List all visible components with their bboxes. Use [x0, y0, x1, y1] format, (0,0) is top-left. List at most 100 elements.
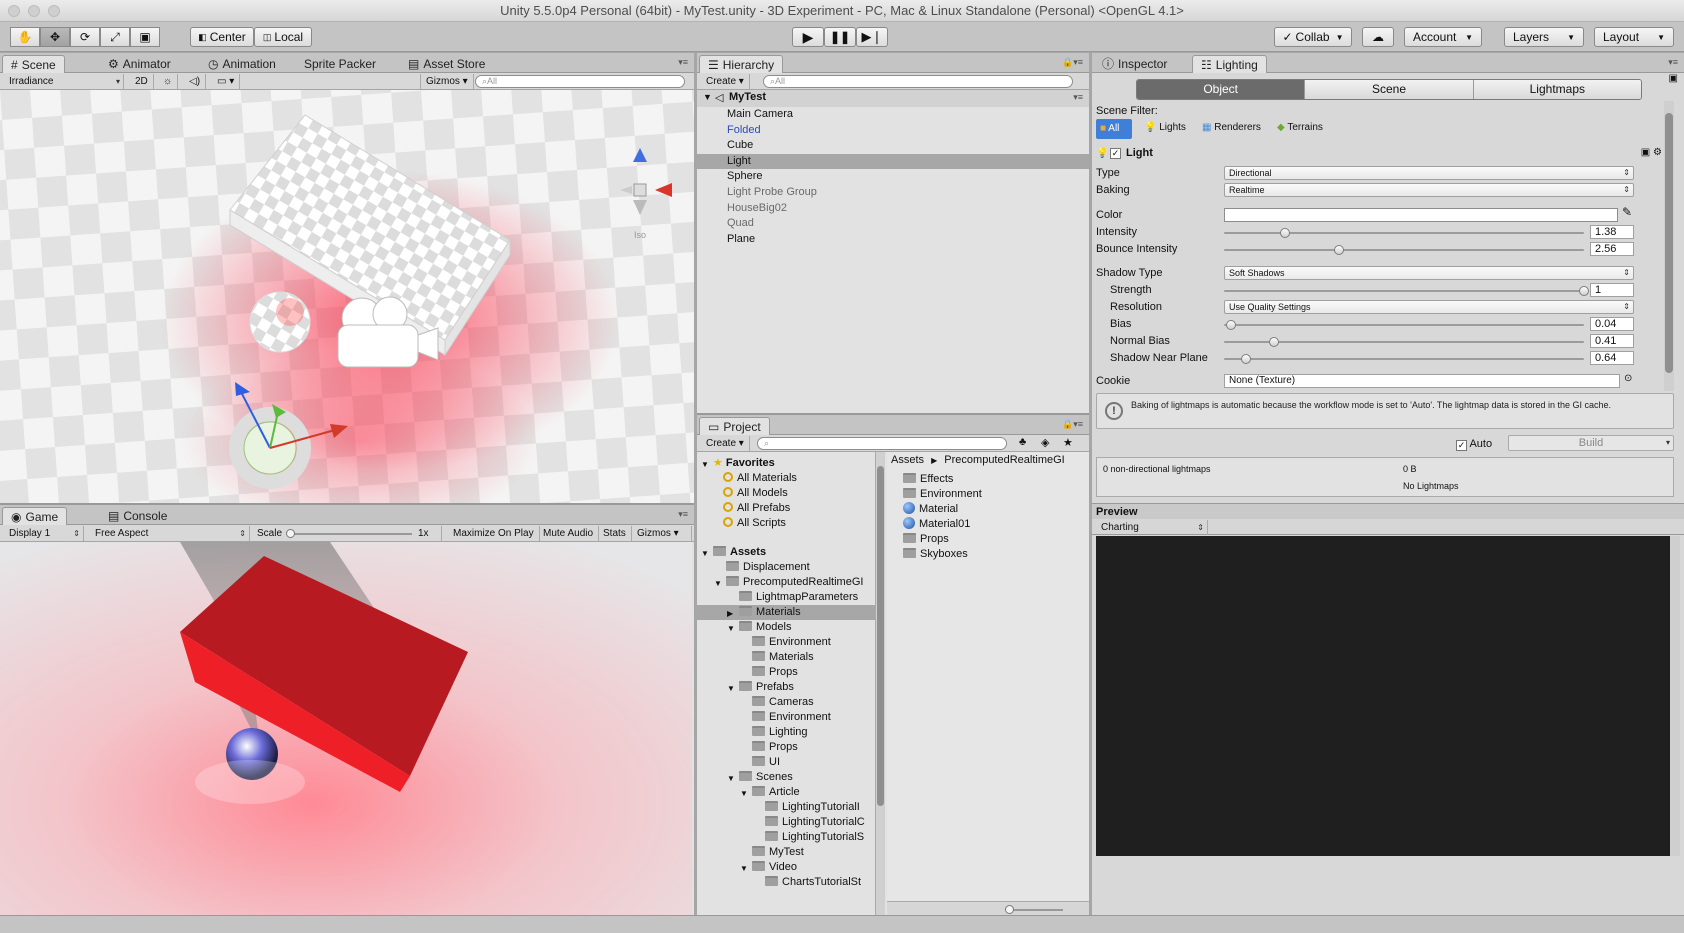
panel-menu-icon[interactable]: ▾≡	[678, 509, 688, 520]
eyedropper-icon[interactable]: ✎	[1622, 205, 1632, 219]
panel-menu-icon[interactable]: ▾≡	[1668, 57, 1678, 68]
hierarchy-item[interactable]: Light Probe Group	[697, 185, 1089, 200]
game-gizmos-dropdown[interactable]: Gizmos ▾	[632, 526, 692, 541]
project-folder[interactable]: ▼ PrecomputedRealtimeGI	[697, 575, 875, 590]
lighting-toggle[interactable]: ☼	[158, 74, 179, 89]
hierarchy-search-input[interactable]: ⌕All	[763, 75, 1073, 88]
scale-slider[interactable]: Scale 1x	[252, 526, 442, 541]
type-dropdown[interactable]: Directional ⇕	[1224, 166, 1634, 180]
rect-tool-button[interactable]: ▣	[130, 27, 160, 47]
effects-toggle[interactable]: ▭ ▾	[212, 74, 241, 89]
project-folder[interactable]: Props	[697, 740, 875, 755]
layers-dropdown[interactable]: Layers ▼	[1504, 27, 1584, 47]
assets-root[interactable]: ▼ Assets	[697, 545, 875, 560]
project-search-input[interactable]: ⌕	[757, 437, 1007, 450]
asset-item[interactable]: Effects	[903, 472, 953, 487]
strength-knob[interactable]	[1579, 286, 1589, 296]
resolution-dropdown[interactable]: Use Quality Settings ⇕	[1224, 300, 1634, 314]
scene-root-row[interactable]: ▼ ◁ MyTest ▾≡	[697, 90, 1089, 107]
tab-console[interactable]: ▤ Console	[100, 507, 175, 525]
draw-mode-dropdown[interactable]: Irradiance ▾	[4, 74, 124, 89]
collab-dropdown[interactable]: ✓ Collab ▼	[1274, 27, 1352, 47]
normal-bias-input[interactable]: 0.41	[1590, 334, 1634, 348]
project-folder[interactable]: UI	[697, 755, 875, 770]
expand-arrow-icon[interactable]: ▼	[727, 771, 736, 783]
cloud-button[interactable]: ☁	[1362, 27, 1394, 47]
bounce-intensity-input[interactable]: 2.56	[1590, 242, 1634, 256]
color-swatch[interactable]	[1224, 208, 1618, 222]
expand-arrow-icon[interactable]: ▼	[701, 457, 710, 469]
pause-button[interactable]: ❚❚	[824, 27, 856, 47]
baking-dropdown[interactable]: Realtime ⇕	[1224, 183, 1634, 197]
icon-size-slider[interactable]	[1009, 909, 1063, 911]
tab-animator[interactable]: ⚙ Animator	[100, 55, 179, 73]
filter-all-button[interactable]: ■ All	[1096, 119, 1132, 139]
zoom-window-button[interactable]	[48, 5, 60, 17]
project-folder[interactable]: Environment	[697, 710, 875, 725]
project-folder[interactable]: Displacement	[697, 560, 875, 575]
hierarchy-item[interactable]: Folded	[697, 123, 1089, 138]
shadow-type-dropdown[interactable]: Soft Shadows ⇕	[1224, 266, 1634, 280]
close-window-button[interactable]	[8, 5, 20, 17]
bias-input[interactable]: 0.04	[1590, 317, 1634, 331]
project-folder[interactable]: ▼ Scenes	[697, 770, 875, 785]
hierarchy-item[interactable]: Quad	[697, 216, 1089, 231]
preview-scrollbar[interactable]	[1670, 536, 1680, 856]
cookie-field[interactable]: None (Texture)	[1224, 374, 1620, 388]
tab-hierarchy[interactable]: ☰ Hierarchy	[699, 55, 784, 73]
rotate-tool-button[interactable]: ⟳	[70, 27, 100, 47]
normal-bias-knob[interactable]	[1269, 337, 1280, 347]
favorites-header[interactable]: ▼ ★ Favorites	[697, 456, 875, 471]
hierarchy-item[interactable]: Sphere	[697, 169, 1089, 184]
strength-input[interactable]: 1	[1590, 283, 1634, 297]
favorite-item[interactable]: All Scripts	[697, 516, 875, 531]
project-folder[interactable]: LightingTutorialS	[697, 830, 875, 845]
hierarchy-item[interactable]: HouseBig02	[697, 201, 1089, 216]
inspector-scrollbar[interactable]	[1664, 101, 1674, 391]
hand-tool-button[interactable]: ✋	[10, 27, 40, 47]
intensity-knob[interactable]	[1280, 228, 1291, 238]
filter-type-icon[interactable]: ♣	[1019, 436, 1026, 448]
project-folder[interactable]: Lighting	[697, 725, 875, 740]
asset-item[interactable]: Material	[903, 502, 958, 517]
project-folder[interactable]: ChartsTutorialSt	[697, 875, 875, 890]
project-folder[interactable]: Environment	[697, 635, 875, 650]
maximize-on-play-toggle[interactable]: Maximize On Play	[448, 526, 540, 541]
inspector-scrollbar-thumb[interactable]	[1665, 113, 1673, 373]
tab-project[interactable]: ▭ Project	[699, 417, 770, 435]
project-folder[interactable]: MyTest	[697, 845, 875, 860]
panel-menu-icon[interactable]: ▾≡	[678, 57, 688, 68]
shadow-near-plane-input[interactable]: 0.64	[1590, 351, 1634, 365]
expand-arrow-icon[interactable]: ▼	[714, 576, 723, 588]
mode-object[interactable]: Object	[1137, 80, 1305, 99]
hierarchy-create-dropdown[interactable]: Create ▾	[701, 74, 750, 89]
asset-item[interactable]: Material01	[903, 517, 970, 532]
scene-search-input[interactable]: ⌕All	[475, 75, 685, 88]
intensity-input[interactable]: 1.38	[1590, 225, 1634, 239]
account-dropdown[interactable]: Account ▼	[1404, 27, 1482, 47]
filter-label-icon[interactable]: ◈	[1041, 436, 1049, 449]
preview-header[interactable]: Preview	[1092, 503, 1684, 519]
sphere-object[interactable]	[249, 291, 311, 353]
scale-tool-button[interactable]: ⤢	[100, 27, 130, 47]
build-button[interactable]: Build ▾	[1508, 435, 1674, 451]
filter-lights-button[interactable]: 💡 Lights	[1144, 122, 1186, 133]
object-picker-icon[interactable]: ⊙	[1624, 373, 1632, 384]
project-folder[interactable]: Materials	[697, 650, 875, 665]
breadcrumb-assets[interactable]: Assets	[891, 454, 924, 466]
tab-animation[interactable]: ◷ Animation	[200, 55, 284, 73]
project-folder[interactable]: Props	[697, 665, 875, 680]
light-enabled-checkbox[interactable]: ✓	[1110, 148, 1121, 159]
project-folder[interactable]: ▶ Materials	[697, 605, 875, 620]
project-folder[interactable]: LightingTutorialI	[697, 800, 875, 815]
mute-audio-toggle[interactable]: Mute Audio	[538, 526, 600, 541]
bias-knob[interactable]	[1226, 320, 1237, 330]
panel-menu-icon[interactable]: 🔒▾≡	[1062, 419, 1083, 430]
step-button[interactable]: ▶❘	[856, 27, 888, 47]
scale-knob[interactable]	[286, 529, 295, 538]
help-book-icon[interactable]: ▣	[1669, 73, 1678, 84]
tab-lighting[interactable]: ☷ Lighting	[1192, 55, 1267, 73]
pivot-local-button[interactable]: ◫ Local	[254, 27, 312, 47]
expand-arrow-icon[interactable]: ▼	[727, 621, 736, 633]
expand-arrow-icon[interactable]: ▼	[740, 786, 749, 798]
